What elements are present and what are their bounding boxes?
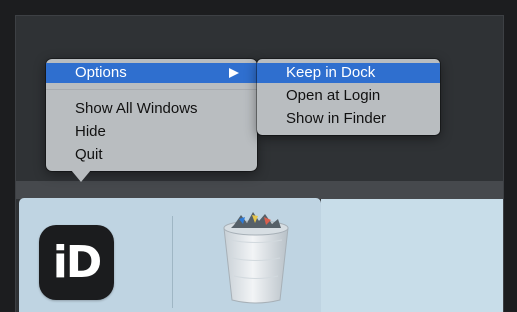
menu-item-keep-in-dock[interactable]: Keep in Dock [257, 63, 440, 83]
menu-item-open-at-login[interactable]: Open at Login [257, 86, 440, 106]
options-label: Options [75, 64, 127, 81]
dock-extension [321, 199, 503, 312]
menu-pointer [71, 170, 91, 182]
desktop-band [16, 181, 503, 199]
open-at-login-label: Open at Login [286, 87, 381, 104]
menu-item-show-in-finder[interactable]: Show in Finder [257, 109, 440, 129]
chevron-right-icon [229, 68, 239, 78]
hide-label: Hide [75, 123, 106, 140]
indesign-app-icon[interactable]: iD [39, 225, 114, 300]
menu-item-options[interactable]: Options [46, 63, 257, 83]
menu-item-show-all-windows[interactable]: Show All Windows [46, 99, 257, 119]
dock-context-menu: Options Show All Windows Hide Quit [46, 59, 257, 171]
quit-label: Quit [75, 146, 103, 163]
dock-divider [172, 216, 173, 308]
keep-in-dock-label: Keep in Dock [286, 64, 376, 81]
menu-item-quit[interactable]: Quit [46, 145, 257, 165]
options-submenu: Keep in Dock Open at Login Show in Finde… [257, 59, 440, 135]
show-in-finder-label: Show in Finder [286, 110, 387, 127]
show-all-windows-label: Show All Windows [75, 100, 198, 117]
trash-icon[interactable] [208, 206, 304, 306]
menu-separator [46, 89, 257, 90]
menu-item-hide[interactable]: Hide [46, 122, 257, 142]
screen-frame: iD Options Show All Windows Hide Quit Ke… [0, 0, 517, 312]
dock: iD [19, 198, 321, 312]
app-icon-text: iD [52, 237, 103, 288]
